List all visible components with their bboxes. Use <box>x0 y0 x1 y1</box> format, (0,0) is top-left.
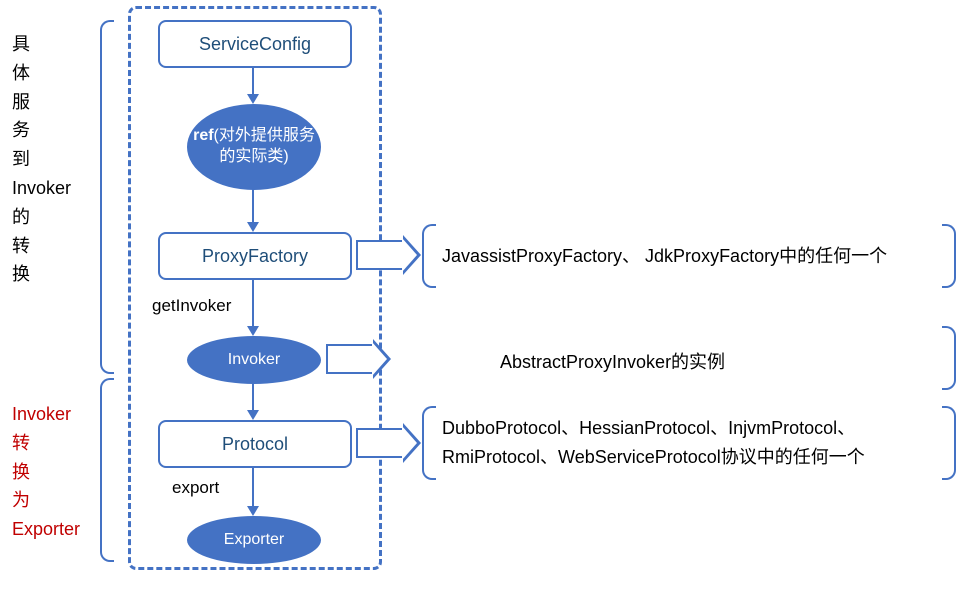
t: 为 <box>12 486 80 515</box>
getinvoker-label: getInvoker <box>152 296 231 316</box>
ref-bold: ref <box>193 127 213 144</box>
t: 体 <box>12 59 71 88</box>
t: 转 <box>12 232 71 261</box>
t: 到 <box>12 145 71 174</box>
export-label: export <box>172 478 219 498</box>
brace-proxy-r <box>942 224 956 288</box>
arrow-invoker <box>326 344 375 374</box>
t: Exporter <box>12 515 80 544</box>
main-container <box>128 6 382 570</box>
brace-protocol-r <box>942 406 956 480</box>
arrow4 <box>252 382 254 412</box>
t: 转 <box>12 429 80 458</box>
arrow3 <box>252 278 254 328</box>
left-label-1: 具 体 服 务 到 Invoker 的 转 换 <box>12 30 71 289</box>
t: 的 <box>12 203 71 232</box>
brace-left-2 <box>100 378 114 562</box>
ref-oval: ref(对外提供服务的实际类) <box>187 104 321 190</box>
desc-protocol: DubboProtocol、HessianProtocol、InjvmProto… <box>442 414 942 472</box>
arrow-protocol <box>356 428 405 458</box>
arrow5 <box>252 466 254 508</box>
left-label-2: Invoker 转 换 为 Exporter <box>12 400 80 544</box>
t: 服 <box>12 88 71 117</box>
brace-proxy-l <box>422 224 436 288</box>
t: 换 <box>12 260 71 289</box>
desc-proxy: JavassistProxyFactory、 JdkProxyFactory中的… <box>442 242 942 271</box>
desc-invoker: AbstractProxyInvoker的实例 <box>500 348 725 377</box>
t: Invoker <box>12 174 71 203</box>
brace-invoker-r <box>942 326 956 390</box>
arrow2 <box>252 188 254 224</box>
t: 具 <box>12 30 71 59</box>
invoker-oval: Invoker <box>187 336 321 384</box>
service-config-box: ServiceConfig <box>158 20 352 68</box>
proxy-factory-box: ProxyFactory <box>158 232 352 280</box>
brace-left-1 <box>100 20 114 374</box>
t: 务 <box>12 116 71 145</box>
t: 换 <box>12 458 80 487</box>
t: Invoker <box>12 400 80 429</box>
exporter-oval: Exporter <box>187 516 321 564</box>
brace-protocol-l <box>422 406 436 480</box>
protocol-box: Protocol <box>158 420 352 468</box>
arrow1 <box>252 66 254 96</box>
arrow-proxy <box>356 240 405 270</box>
ref-text: (对外提供服务的实际类) <box>214 127 315 165</box>
